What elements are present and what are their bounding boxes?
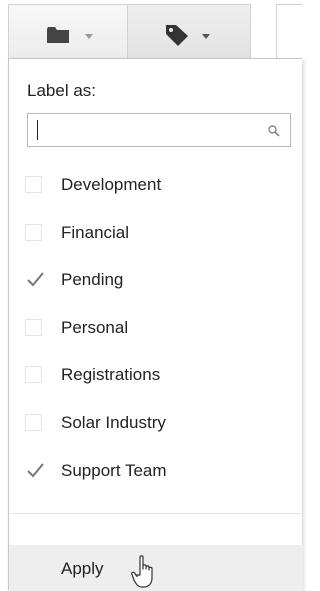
- menu-title: Label as:: [27, 81, 96, 100]
- checkbox[interactable]: [25, 224, 42, 241]
- label-option-support-team[interactable]: Support Team: [9, 451, 303, 491]
- checkbox[interactable]: [25, 414, 42, 431]
- label-option-text: Development: [61, 175, 162, 194]
- menu-divider: [9, 513, 303, 514]
- folder-icon: [47, 27, 69, 43]
- checkbox[interactable]: [25, 176, 42, 193]
- label-option-text: Pending: [61, 270, 124, 289]
- chevron-down-icon: [202, 34, 210, 39]
- label-option-personal[interactable]: Personal: [9, 308, 303, 348]
- checkbox-checked[interactable]: [25, 462, 44, 479]
- apply-label: Apply: [61, 559, 104, 578]
- hand-cursor-icon: [131, 555, 153, 588]
- checkbox[interactable]: [25, 319, 42, 336]
- label-option-text: Support Team: [61, 461, 167, 480]
- label-option-development[interactable]: Development: [9, 165, 303, 205]
- move-to-button[interactable]: [8, 4, 128, 58]
- label-option-text: Registrations: [61, 365, 161, 384]
- label-option-financial[interactable]: Financial: [9, 213, 303, 253]
- label-option-text: Financial: [61, 223, 130, 242]
- tag-icon: [166, 25, 188, 46]
- labels-button[interactable]: [127, 4, 251, 58]
- label-option-text: Personal: [61, 318, 129, 337]
- toolbar-next-button[interactable]: [276, 4, 302, 58]
- apply-button[interactable]: Apply: [9, 545, 303, 591]
- label-option-registrations[interactable]: Registrations: [9, 355, 303, 395]
- label-search-input[interactable]: [36, 118, 256, 142]
- label-menu: Label as: Development Financial Pending …: [8, 58, 303, 591]
- checkmark-icon: [27, 463, 44, 478]
- label-search-field[interactable]: [27, 113, 291, 147]
- checkbox[interactable]: [25, 366, 42, 383]
- search-icon: [268, 125, 280, 137]
- chevron-down-icon: [85, 34, 93, 39]
- label-option-solar-industry[interactable]: Solar Industry: [9, 403, 303, 443]
- label-option-text: Solar Industry: [61, 413, 166, 432]
- toolbar: [0, 0, 302, 60]
- label-option-pending[interactable]: Pending: [9, 260, 303, 300]
- checkmark-icon: [27, 272, 44, 287]
- checkbox-checked[interactable]: [25, 271, 44, 288]
